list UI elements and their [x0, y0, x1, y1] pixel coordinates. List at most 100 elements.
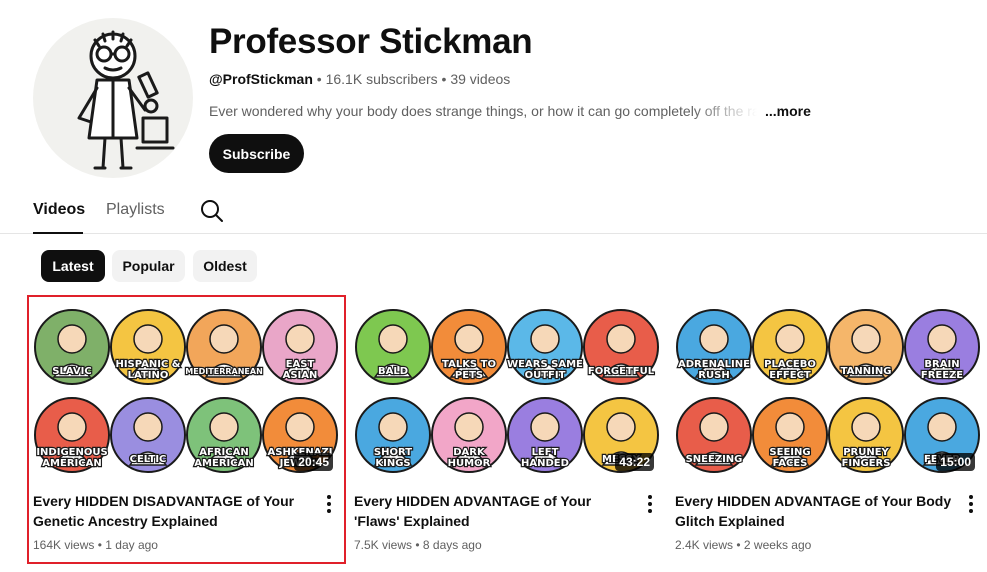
thumbnail-tile: PRUNEYFINGERS — [828, 397, 904, 473]
video-thumbnail[interactable]: BALD TALKS TO PETS WEARS SAME OUTFIT FORGETFU… — [354, 305, 660, 477]
channel-description[interactable]: Ever wondered why your body does strange… — [209, 103, 811, 119]
video-thumbnail[interactable]: SLAVIC HISPANIC & LATINO MEDITERRANEAN EAST A… — [33, 305, 339, 477]
video-duration: 43:22 — [615, 453, 654, 471]
thumbnail-tile: MEDITERRANEAN — [184, 309, 264, 385]
thumbnail-caption: SEEING — [769, 447, 810, 458]
thumbnail-grid: ADRENALINERUSHPLACEBOEFFECT TANNINGBRAINF… — [676, 309, 980, 473]
video-meta: 2.4K views • 2 weeks ago — [675, 538, 811, 552]
thumbnail-grid: BALDTALKS TOPETSWEARS SAMEOUTFIT FORGETFU… — [355, 309, 659, 473]
tab-playlists[interactable]: Playlists — [106, 201, 165, 219]
upload-age: 2 weeks ago — [743, 538, 812, 552]
chip-oldest[interactable]: Oldest — [193, 250, 257, 282]
thumbnail-caption: HUMOR — [448, 458, 491, 469]
thumbnail-caption: AMERICAN — [42, 458, 101, 469]
video-card[interactable]: SLAVIC HISPANIC & LATINO MEDITERRANEAN EAST A… — [33, 305, 339, 552]
thumbnail-caption: KINGS — [375, 458, 410, 469]
thumbnail-tile: BALD — [355, 309, 431, 385]
thumbnail-caption: PRUNEY — [843, 447, 889, 458]
thumbnail-caption: DARK — [453, 447, 486, 458]
channel-avatar[interactable] — [33, 18, 193, 178]
thumbnail-caption: FACES — [773, 458, 808, 469]
thumbnail-caption: SHORT — [374, 447, 412, 458]
thumbnail-tile: DARKHUMOR — [431, 397, 507, 473]
thumbnail-caption: RUSH — [698, 370, 729, 381]
channel-meta: @ProfStickman • 16.1K subscribers • 39 v… — [209, 71, 510, 87]
video-card[interactable]: ADRENALINE RUSH PLACEBO EFFECT TANNING BRAIN F… — [675, 305, 981, 552]
tab-videos[interactable]: Videos — [33, 201, 85, 219]
thumbnail-caption: TALKS TO — [442, 359, 496, 370]
chip-popular[interactable]: Popular — [112, 250, 185, 282]
thumbnail-caption: OUTFIT — [525, 370, 566, 381]
thumbnail-caption: AFRICAN — [199, 447, 248, 458]
more-options-icon[interactable] — [642, 493, 658, 515]
thumbnail-tile: BRAINFREEZE — [904, 309, 980, 385]
thumbnail-caption: FORGETFUL — [588, 366, 655, 377]
more-options-icon[interactable] — [963, 493, 979, 515]
active-tab-indicator — [33, 232, 83, 234]
thumbnail-caption: LEFT — [532, 447, 559, 458]
video-duration: 15:00 — [936, 453, 975, 471]
video-meta: 7.5K views • 8 days ago — [354, 538, 482, 552]
thumbnail-caption: ADRENALINE — [678, 359, 750, 370]
thumbnail-caption: HISPANIC & — [115, 359, 180, 370]
video-title[interactable]: Every HIDDEN ADVANTAGE of Your 'Flaws' E… — [354, 491, 634, 531]
thumbnail-caption: PETS — [455, 370, 483, 381]
video-thumbnail[interactable]: ADRENALINE RUSH PLACEBO EFFECT TANNING BRAIN F… — [675, 305, 981, 477]
thumbnail-caption: PLACEBO — [764, 359, 816, 370]
video-count: 39 videos — [450, 71, 511, 87]
video-duration: 20:45 — [294, 453, 333, 471]
meta-separator: • — [316, 71, 326, 87]
thumbnail-caption: TANNING — [841, 366, 892, 377]
channel-title: Professor Stickman — [209, 22, 533, 61]
thumbnail-caption: SLAVIC — [52, 366, 91, 377]
thumbnail-caption: EAST — [286, 359, 315, 370]
thumbnail-caption: EFFECT — [769, 370, 811, 381]
thumbnail-caption: BALD — [378, 366, 408, 377]
description-text: Ever wondered why your body does strange… — [209, 103, 757, 119]
thumbnail-caption: MEDITERRANEAN — [185, 367, 263, 376]
thumbnail-tile: HISPANIC &LATINO — [110, 309, 186, 385]
view-count: 164K views — [33, 538, 95, 552]
upload-age: 1 day ago — [105, 538, 158, 552]
video-title[interactable]: Every HIDDEN ADVANTAGE of Your Body Glit… — [675, 491, 955, 531]
video-meta: 164K views • 1 day ago — [33, 538, 158, 552]
thumbnail-tile: SNEEZING — [676, 397, 752, 473]
thumbnail-tile: AFRICANAMERICAN — [186, 397, 262, 473]
upload-age: 8 days ago — [422, 538, 482, 552]
thumbnail-tile: CELTIC — [110, 397, 186, 473]
stickman-professor-icon — [77, 30, 175, 170]
thumbnail-caption: WEARS SAME — [507, 359, 583, 370]
subscribe-button[interactable]: Subscribe — [209, 134, 304, 173]
thumbnail-caption: FREEZE — [921, 370, 963, 381]
thumbnail-tile: TANNING — [828, 309, 904, 385]
thumbnail-tile: ADRENALINERUSH — [676, 309, 752, 385]
thumbnail-tile: FORGETFUL — [583, 309, 659, 385]
channel-tabs: Videos Playlists — [0, 190, 987, 234]
thumbnail-tile: LEFTHANDED — [507, 397, 583, 473]
video-card[interactable]: BALD TALKS TO PETS WEARS SAME OUTFIT FORGETFU… — [354, 305, 660, 552]
thumbnail-caption: ASIAN — [283, 370, 318, 381]
thumbnail-caption: FINGERS — [842, 458, 891, 469]
subscriber-count: 16.1K subscribers — [325, 71, 438, 87]
thumbnail-tile: INDIGENOUSAMERICAN — [34, 397, 110, 473]
view-count: 7.5K views — [354, 538, 413, 552]
thumbnail-caption: AMERICAN — [194, 458, 253, 469]
thumbnail-caption: BRAIN — [924, 359, 959, 370]
chip-latest[interactable]: Latest — [41, 250, 105, 282]
thumbnail-grid: SLAVICHISPANIC &LATINO MEDITERRANEANEASTA… — [34, 309, 338, 473]
thumbnail-caption: INDIGENOUS — [36, 447, 107, 458]
thumbnail-caption: CELTIC — [130, 454, 167, 465]
more-options-icon[interactable] — [321, 493, 337, 515]
thumbnail-tile: EASTASIAN — [262, 309, 338, 385]
thumbnail-tile: SLAVIC — [34, 309, 110, 385]
thumbnail-tile: PLACEBOEFFECT — [752, 309, 828, 385]
thumbnail-tile: TALKS TOPETS — [431, 309, 507, 385]
search-icon[interactable] — [199, 198, 225, 224]
thumbnail-caption: SNEEZING — [686, 454, 743, 465]
more-link[interactable]: ...more — [765, 103, 811, 119]
view-count: 2.4K views — [675, 538, 734, 552]
thumbnail-tile: WEARS SAMEOUTFIT — [506, 309, 584, 385]
video-title[interactable]: Every HIDDEN DISADVANTAGE of Your Geneti… — [33, 491, 313, 531]
thumbnail-caption: LATINO — [128, 370, 169, 381]
thumbnail-caption: HANDED — [521, 458, 569, 469]
